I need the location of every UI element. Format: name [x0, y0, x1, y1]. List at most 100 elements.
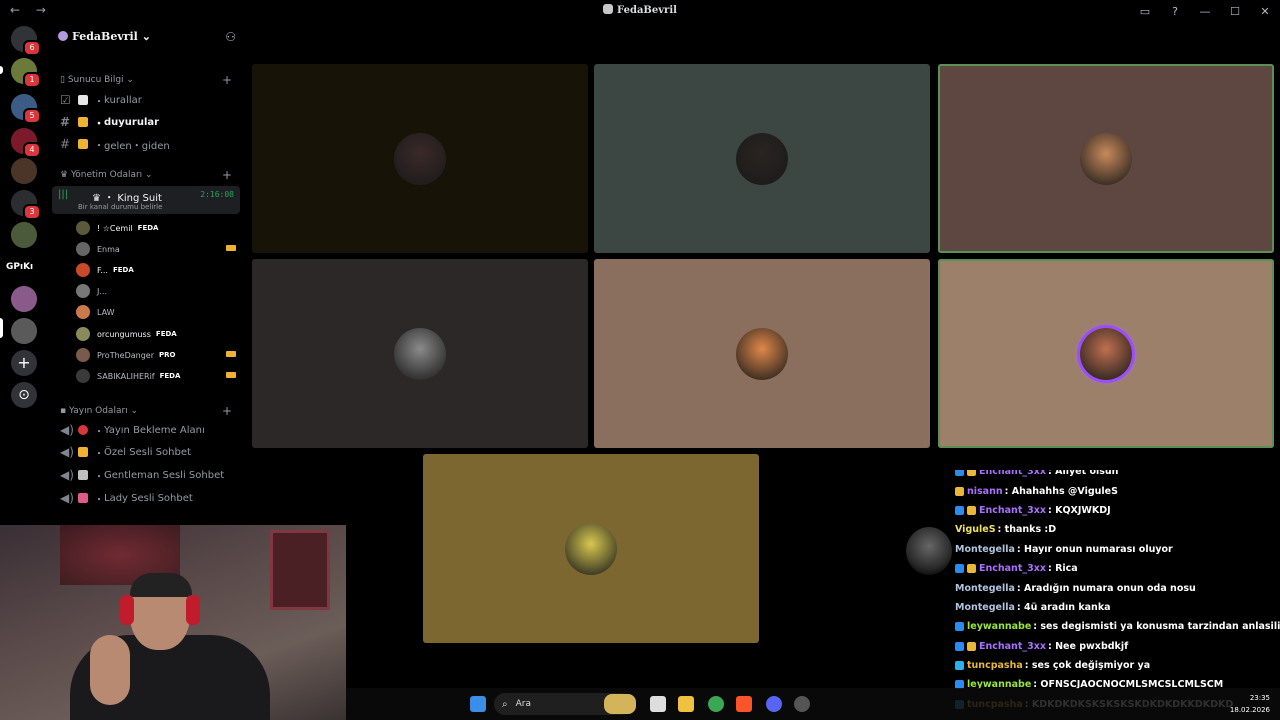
voice-user[interactable]: SABIKALIHERif FEDA [76, 366, 236, 386]
guild-logo-icon [603, 4, 614, 14]
windows-start-icon[interactable] [470, 696, 486, 712]
voice-user[interactable]: F... FEDA [76, 260, 236, 280]
channel-emoji-icon [78, 139, 88, 149]
guild-header[interactable]: FedaBevril ⌄ [58, 30, 151, 43]
channel-gelen-giden[interactable]: # ・ gelen・giden [60, 134, 240, 154]
minimize-button[interactable]: — [1190, 5, 1220, 18]
avatar [76, 242, 90, 256]
avatar [76, 327, 90, 341]
chat-badge-icon [967, 641, 976, 651]
obs-icon[interactable] [794, 696, 810, 712]
server-avatar-icon[interactable] [11, 318, 37, 344]
video-tile[interactable] [594, 64, 930, 253]
lock-icon [78, 447, 88, 457]
server-avatar-icon[interactable]: 4 [11, 128, 41, 158]
voice-user-name: J... [97, 286, 107, 296]
participant-avatar [565, 522, 617, 575]
add-channel-icon[interactable]: + [222, 73, 232, 87]
voice-user-name: orcungumuss [97, 329, 151, 339]
chat-text: : Hayır onun numarası oluyor [1016, 543, 1173, 555]
server-avatar-icon[interactable]: 3 [11, 190, 41, 220]
participant-avatar [1080, 132, 1132, 185]
chat-username: Montegella [955, 543, 1015, 555]
chat-username: Enchant_3xx [979, 470, 1046, 478]
video-tile[interactable] [938, 64, 1274, 253]
file-explorer-icon[interactable] [678, 696, 694, 712]
close-button[interactable]: ✕ [1250, 5, 1280, 18]
chat-badge-icon [955, 641, 964, 651]
unread-pill [0, 66, 3, 74]
chat-username: Enchant_3xx [979, 504, 1046, 516]
guild-tag-badge: FEDA [137, 224, 159, 232]
channel-status-prompt[interactable]: Bir kanal durumu belirle [78, 203, 162, 211]
guild-tag-badge: FEDA [159, 372, 181, 380]
voice-user[interactable]: LAW [76, 302, 236, 322]
add-member-icon[interactable]: ⚇ [225, 30, 236, 44]
task-view-icon[interactable] [650, 696, 666, 712]
add-server-icon[interactable]: + [11, 350, 37, 376]
voice-timer: 2:16:08 [200, 190, 234, 199]
channel-kurallar[interactable]: ☑ ・ kurallar [60, 90, 240, 110]
voice-user[interactable]: ProTheDanger PRO [76, 345, 236, 365]
channel-duyurular[interactable]: # ・ duyurular [60, 112, 240, 132]
discord-icon[interactable] [766, 696, 782, 712]
voice-user[interactable]: orcungumuss FEDA [76, 324, 236, 344]
speaker-icon: ◀) [60, 491, 74, 505]
system-clock[interactable]: 23:35 18.02.2026 [1230, 692, 1270, 716]
server-avatar-icon[interactable] [11, 222, 37, 248]
category-sunucu-bilgi[interactable]: ▯ Sunucu Bilgi ⌄ + [60, 73, 232, 87]
channel-lady-sesli[interactable]: ◀) ・ Lady Sesli Sohbet [60, 488, 240, 508]
chat-badge-icon [955, 622, 964, 632]
add-channel-icon[interactable]: + [222, 168, 232, 182]
server-avatar-icon[interactable] [11, 158, 37, 184]
taskbar: ⌕ Ara 23:35 18.02.2026 [346, 688, 1280, 720]
help-icon[interactable]: ? [1160, 5, 1190, 18]
chat-username: Montegella [955, 582, 1015, 594]
category-yonetim-odalari[interactable]: ♛ Yönetim Odaları ⌄ + [60, 168, 232, 182]
guild-icon [58, 31, 68, 41]
stream-chat-overlay: Enchant_3xx : Allyet olsun nisann : Ahaha… [955, 470, 1280, 720]
server-avatar-icon[interactable]: 1 [11, 58, 41, 88]
channel-ozel-sesli[interactable]: ◀) ・ Özel Sesli Sohbet [60, 442, 240, 462]
participant-avatar [394, 132, 446, 185]
channel-yayin-bekleme[interactable]: ◀) ・ Yayın Bekleme Alanı [60, 420, 240, 440]
selected-pill [0, 318, 3, 338]
server-avatar-icon[interactable]: 5 [11, 94, 41, 124]
explore-icon[interactable]: ⊙ [11, 382, 37, 408]
video-tile[interactable] [938, 259, 1274, 448]
weather-widget-icon[interactable] [604, 694, 636, 714]
chat-username: VigulеS [955, 524, 996, 536]
voice-user[interactable]: J... [76, 281, 236, 301]
notification-badge: 4 [23, 142, 41, 158]
voice-user-name: F... [97, 265, 108, 275]
speaker-icon: ◀) [60, 468, 74, 482]
voice-user[interactable]: Enma [76, 239, 236, 259]
channel-gentleman-sesli[interactable]: ◀) ・ Gentleman Sesli Sohbet [60, 465, 240, 485]
chat-badge-icon [955, 505, 964, 515]
add-channel-icon[interactable]: + [222, 404, 232, 418]
voice-user[interactable]: ! ☆Cemil FEDA [76, 218, 236, 238]
server-avatar-icon[interactable] [11, 286, 37, 312]
avatar [76, 348, 90, 362]
brave-icon[interactable] [736, 696, 752, 712]
category-yayin-odalari[interactable]: ▪ Yayın Odaları ⌄ + [60, 404, 232, 418]
chat-text: : 4ü aradın kanka [1016, 601, 1111, 613]
chat-badge-icon [955, 564, 964, 574]
active-voice-channel[interactable]: ||| ♛ ・ King Suit 2:16:08 Bir kanal duru… [52, 186, 240, 214]
maximize-button[interactable]: ☐ [1220, 5, 1250, 18]
discord-home-icon[interactable]: 6 [11, 26, 41, 56]
video-tile[interactable] [594, 259, 930, 448]
chrome-icon[interactable] [708, 696, 724, 712]
video-tile[interactable] [423, 454, 759, 643]
channel-emoji-icon [78, 470, 88, 480]
server-gpiki-label[interactable]: GPıKı [6, 262, 33, 272]
participant-avatar [1080, 327, 1132, 380]
chat-username: Montegella [955, 601, 1015, 613]
chat-text: : Nee pwxbdkjf [1047, 640, 1129, 652]
video-tile[interactable] [252, 64, 588, 253]
avatar [76, 221, 90, 235]
chat-username: nisann [967, 485, 1003, 497]
voice-user-name: ProTheDanger [97, 350, 154, 360]
video-tile[interactable] [252, 259, 588, 448]
inbox-icon[interactable]: ▭ [1130, 5, 1160, 18]
